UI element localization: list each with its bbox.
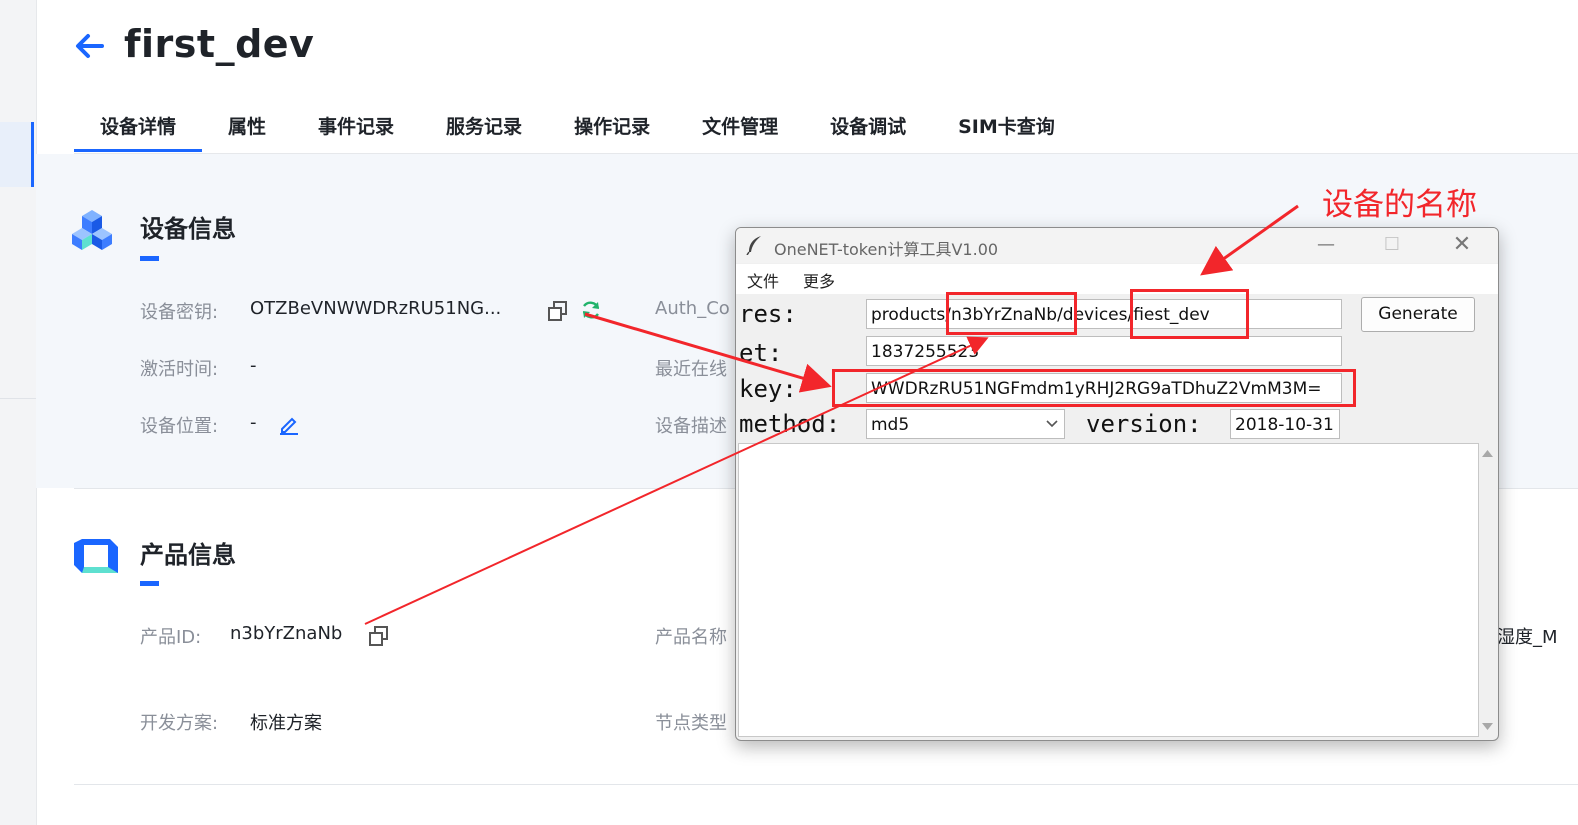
- product-name-label: 产品名称: [655, 627, 727, 648]
- product-info-title: 产品信息: [140, 541, 236, 569]
- highlight-product-id-box: [946, 292, 1077, 335]
- node-type-label: 节点类型: [655, 713, 727, 734]
- menu-file[interactable]: 文件: [747, 268, 779, 292]
- device-location-label: 设备位置:: [140, 416, 219, 437]
- output-textarea[interactable]: [738, 443, 1479, 737]
- product-name-value: 湿度_M: [1497, 627, 1558, 648]
- section-divider: [74, 784, 1578, 785]
- output-scrollbar[interactable]: [1479, 443, 1496, 737]
- tab-properties[interactable]: 属性: [202, 102, 292, 152]
- tab-sim-query[interactable]: SIM卡查询: [932, 102, 1081, 152]
- left-nav-divider: [0, 398, 36, 399]
- product-id-value: n3bYrZnaNb: [230, 623, 343, 644]
- tab-file-management[interactable]: 文件管理: [676, 102, 804, 152]
- method-label: method:: [739, 410, 841, 438]
- cube-icon: [72, 208, 112, 252]
- device-secret-value: OTZBeVNWWDRzRU51NG...: [250, 298, 502, 319]
- maximize-icon[interactable]: ☐: [1378, 232, 1406, 258]
- token-tool-window: OneNET-token计算工具V1.00 — ☐ ✕ 文件 更多 res: p…: [735, 227, 1499, 741]
- menu-bar: [736, 264, 1498, 294]
- et-label: et:: [739, 339, 783, 367]
- tab-device-details[interactable]: 设备详情: [74, 102, 203, 152]
- section-underline: [140, 256, 159, 261]
- method-select[interactable]: md5: [866, 409, 1065, 439]
- key-label: key:: [739, 375, 797, 403]
- device-info-title: 设备信息: [140, 215, 236, 243]
- tab-bar: 设备详情 属性 事件记录 服务记录 操作记录 文件管理 设备调试 SIM卡查询: [74, 102, 1081, 154]
- tab-device-debug[interactable]: 设备调试: [804, 102, 932, 152]
- highlight-key-box: [832, 369, 1356, 407]
- chevron-down-icon[interactable]: [1042, 413, 1062, 433]
- left-nav-active-indicator: [31, 122, 34, 187]
- minimize-icon[interactable]: —: [1312, 232, 1340, 258]
- activate-time-value: -: [250, 355, 257, 376]
- highlight-device-name-box: [1130, 289, 1249, 339]
- tab-event-records[interactable]: 事件记录: [292, 102, 420, 152]
- last-online-label: 最近在线: [655, 359, 727, 380]
- left-nav-active-item[interactable]: [0, 122, 33, 187]
- dev-scheme-value: 标准方案: [250, 713, 322, 734]
- res-label: res:: [739, 300, 797, 328]
- feather-icon: [746, 235, 764, 256]
- tab-operation-records[interactable]: 操作记录: [548, 102, 676, 152]
- version-input[interactable]: 2018-10-31: [1230, 409, 1340, 439]
- annotation-device-name-text: 设备的名称: [1322, 187, 1477, 223]
- product-box-icon: [74, 535, 118, 577]
- version-label: version:: [1086, 410, 1202, 438]
- device-secret-label: 设备密钥:: [140, 302, 219, 323]
- device-desc-label: 设备描述: [655, 416, 727, 437]
- back-arrow-icon[interactable]: [72, 28, 108, 64]
- page-title: first_dev: [124, 22, 315, 66]
- copy-icon[interactable]: [368, 625, 390, 647]
- generate-button[interactable]: Generate: [1361, 297, 1475, 332]
- section-underline: [140, 581, 159, 586]
- et-input[interactable]: 1837255523: [866, 336, 1342, 366]
- device-location-value: -: [250, 412, 257, 433]
- window-title: OneNET-token计算工具V1.00: [774, 240, 999, 259]
- method-select-value: md5: [871, 415, 910, 435]
- menu-more[interactable]: 更多: [803, 268, 835, 292]
- copy-icon[interactable]: [547, 300, 569, 322]
- edit-icon[interactable]: [278, 413, 300, 435]
- refresh-icon[interactable]: [580, 299, 602, 321]
- activate-time-label: 激活时间:: [140, 359, 219, 380]
- res-input[interactable]: products/n3bYrZnaNb/devices/fiest_dev: [866, 299, 1342, 329]
- tab-service-records[interactable]: 服务记录: [420, 102, 548, 152]
- close-icon[interactable]: ✕: [1448, 232, 1476, 258]
- dev-scheme-label: 开发方案:: [140, 713, 219, 734]
- product-id-label: 产品ID:: [140, 627, 202, 648]
- auth-code-label: Auth_Co: [655, 298, 730, 319]
